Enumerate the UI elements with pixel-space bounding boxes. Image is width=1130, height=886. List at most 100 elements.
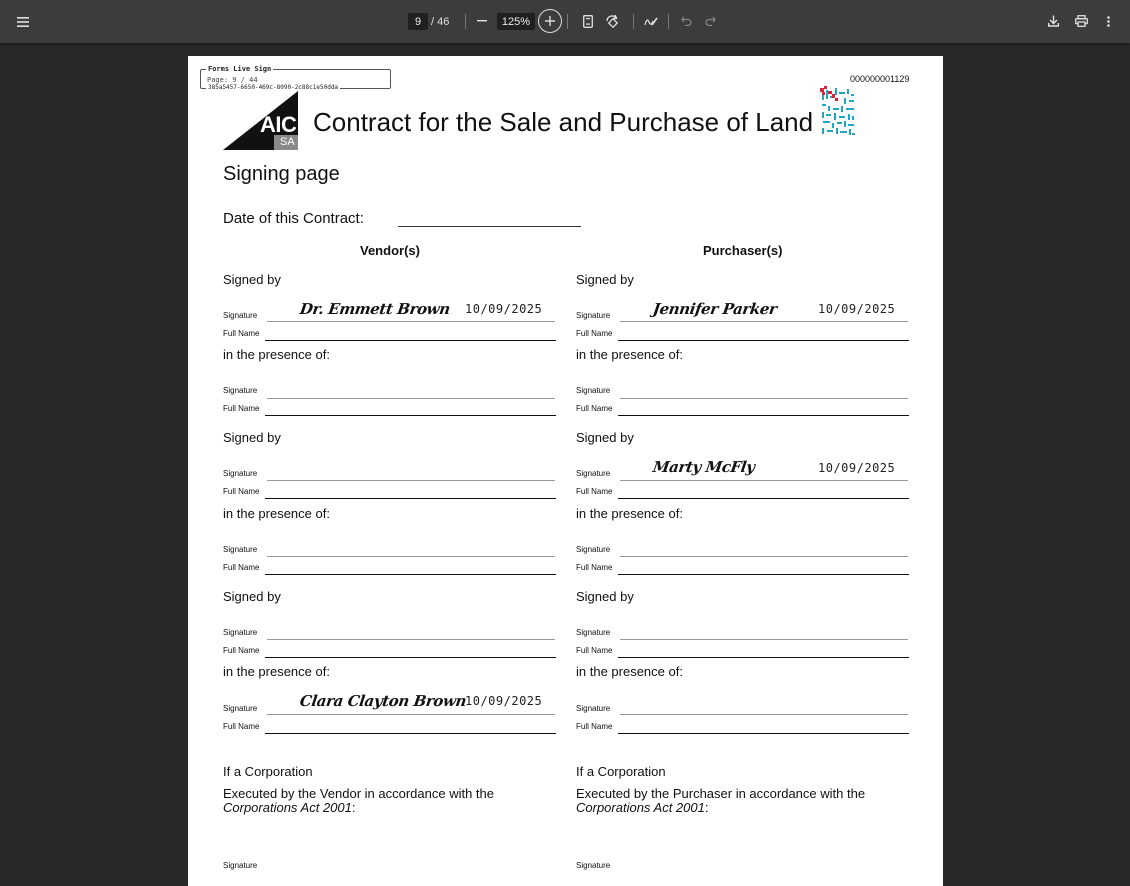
full-name-label: Full Name	[576, 563, 613, 572]
if-corporation-label: If a Corporation	[576, 764, 666, 779]
document-number: 000000001129	[850, 74, 910, 84]
full-name-line[interactable]	[265, 498, 556, 499]
vendor-executed-text: Executed by the Vendor in accordance wit…	[223, 786, 495, 801]
pdf-toolbar: 9 / 46 125%	[0, 0, 1130, 43]
signature-label: Signature	[223, 386, 258, 395]
signature-line[interactable]	[620, 480, 908, 481]
page-number-input[interactable]: 9	[408, 13, 428, 30]
redo-icon[interactable]	[701, 12, 719, 30]
rotate-icon[interactable]	[603, 12, 621, 30]
presence-label: in the presence of:	[223, 347, 330, 362]
purchaser-1-date: 10/09/2025	[818, 302, 896, 316]
signature-line[interactable]	[620, 398, 908, 399]
undo-icon[interactable]	[677, 12, 695, 30]
draw-icon[interactable]	[642, 12, 660, 30]
signature-label: Signature	[223, 469, 258, 478]
date-label: Date of this Contract:	[223, 210, 364, 227]
zoom-level-input[interactable]: 125%	[497, 13, 535, 30]
sign-stamp-page: Page: 9 / 44	[207, 76, 258, 84]
signature-label: Signature	[223, 861, 258, 870]
signature-line[interactable]	[620, 556, 908, 557]
document-page: Forms Live Sign Page: 9 / 44 385a5457-66…	[188, 56, 943, 886]
full-name-label: Full Name	[223, 646, 260, 655]
signature-label: Signature	[576, 861, 611, 870]
signature-line[interactable]	[267, 714, 555, 715]
signature-line[interactable]	[267, 321, 555, 322]
corporations-act-colon: :	[351, 800, 356, 815]
signature-label: Signature	[223, 311, 258, 320]
full-name-label: Full Name	[576, 404, 613, 413]
signature-label: Signature	[576, 311, 611, 320]
signature-line[interactable]	[267, 480, 555, 481]
fit-page-icon[interactable]	[579, 12, 597, 30]
full-name-label: Full Name	[223, 722, 260, 731]
corporations-act-name: Corporations Act 2001	[223, 800, 352, 815]
full-name-line[interactable]	[618, 657, 909, 658]
toolbar-divider	[567, 14, 568, 29]
full-name-line[interactable]	[265, 340, 556, 341]
full-name-line[interactable]	[265, 574, 556, 575]
full-name-label: Full Name	[223, 563, 260, 572]
download-icon[interactable]	[1044, 12, 1062, 30]
zoom-out-icon[interactable]	[472, 11, 492, 31]
full-name-label: Full Name	[223, 487, 260, 496]
signature-line[interactable]	[620, 714, 908, 715]
signature-line[interactable]	[267, 398, 555, 399]
vendor-header: Vendor(s)	[360, 243, 420, 258]
signed-by-label: Signed by	[576, 430, 634, 445]
signature-label: Signature	[223, 628, 258, 637]
signature-line[interactable]	[267, 556, 555, 557]
page-total: / 46	[431, 15, 450, 28]
print-icon[interactable]	[1071, 12, 1091, 30]
full-name-line[interactable]	[265, 733, 556, 734]
vendor-1-signature: Dr. Emmett Brown	[298, 300, 452, 318]
date-field-line[interactable]	[398, 226, 581, 227]
signature-line[interactable]	[267, 639, 555, 640]
toolbar-divider	[465, 14, 466, 29]
logo-subtext: SA	[280, 136, 295, 148]
full-name-label: Full Name	[576, 487, 613, 496]
presence-label: in the presence of:	[576, 664, 683, 679]
full-name-line[interactable]	[618, 340, 909, 341]
signed-by-label: Signed by	[223, 589, 281, 604]
presence-label: in the presence of:	[576, 347, 683, 362]
purchaser-1-signature: Jennifer Parker	[651, 300, 778, 318]
vendor-corporations-act: Corporations Act 2001:	[223, 800, 356, 815]
full-name-line[interactable]	[265, 657, 556, 658]
signed-by-label: Signed by	[576, 272, 634, 287]
purchaser-executed-text: Executed by the Purchaser in accordance …	[576, 786, 866, 801]
full-name-label: Full Name	[576, 329, 613, 338]
document-title: Contract for the Sale and Purchase of La…	[313, 107, 814, 137]
corporations-act-colon: :	[704, 800, 709, 815]
full-name-label: Full Name	[223, 404, 260, 413]
zoom-in-icon[interactable]	[538, 9, 562, 33]
signature-line[interactable]	[620, 321, 908, 322]
full-name-label: Full Name	[576, 646, 613, 655]
signature-line[interactable]	[620, 639, 908, 640]
full-name-line[interactable]	[618, 498, 909, 499]
qr-code-icon	[819, 86, 857, 138]
purchaser-2-date: 10/09/2025	[818, 461, 896, 475]
signed-by-label: Signed by	[223, 430, 281, 445]
more-icon[interactable]	[1099, 12, 1117, 30]
signature-label: Signature	[576, 704, 611, 713]
vendor-witness-3-signature: Clara Clayton Brown	[298, 692, 468, 710]
signature-label: Signature	[223, 704, 258, 713]
menu-icon[interactable]	[12, 11, 34, 33]
purchaser-header: Purchaser(s)	[703, 243, 783, 258]
section-title: Signing page	[223, 163, 340, 185]
full-name-line[interactable]	[265, 415, 556, 416]
signed-by-label: Signed by	[223, 272, 281, 287]
signed-by-label: Signed by	[576, 589, 634, 604]
full-name-line[interactable]	[618, 415, 909, 416]
signature-label: Signature	[223, 545, 258, 554]
signature-label: Signature	[576, 628, 611, 637]
full-name-line[interactable]	[618, 733, 909, 734]
signature-label: Signature	[576, 469, 611, 478]
full-name-line[interactable]	[618, 574, 909, 575]
presence-label: in the presence of:	[223, 506, 330, 521]
sign-stamp-title: Forms Live Sign	[206, 65, 274, 73]
vendor-1-date: 10/09/2025	[465, 302, 543, 316]
toolbar-divider	[633, 14, 634, 29]
full-name-label: Full Name	[576, 722, 613, 731]
